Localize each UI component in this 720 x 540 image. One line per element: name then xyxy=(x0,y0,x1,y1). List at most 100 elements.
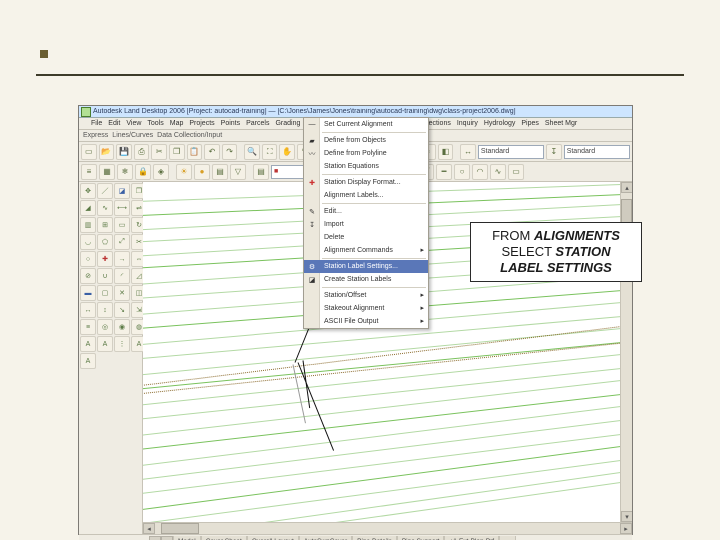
tab-pipe-details[interactable]: Pipe Details xyxy=(352,536,397,540)
cut-icon[interactable]: ✂ xyxy=(151,144,167,160)
layer-mgr-icon[interactable]: ▦ xyxy=(99,164,115,180)
line2-icon[interactable]: ━ xyxy=(436,164,452,180)
print-icon[interactable]: ⎙ xyxy=(134,144,150,160)
redo-icon[interactable]: ↷ xyxy=(222,144,238,160)
palette-rect-icon[interactable]: ▭ xyxy=(114,217,130,233)
bulb-icon[interactable]: ● xyxy=(194,164,210,180)
palette-mirror-icon[interactable]: ⟷ xyxy=(114,200,130,216)
file-new-icon[interactable]: ▭ xyxy=(81,144,97,160)
dim-icon[interactable]: ↔ xyxy=(460,144,476,160)
palette-blue-icon[interactable]: ▬ xyxy=(80,285,96,301)
menu-station-offset[interactable]: Station/Offset▸ xyxy=(304,289,428,302)
scroll-up-icon[interactable]: ▴ xyxy=(621,182,632,193)
tab-model[interactable]: Model xyxy=(173,536,201,540)
palette-circle-icon[interactable]: ○ xyxy=(80,251,96,267)
menu-create-station-labels[interactable]: ◪ Create Station Labels xyxy=(304,273,428,286)
menu-parcels[interactable]: Parcels xyxy=(246,120,269,127)
file-open-icon[interactable]: 📂 xyxy=(99,144,115,160)
menu-delete[interactable]: Delete xyxy=(304,231,428,244)
palette-point-icon[interactable]: ✚ xyxy=(97,251,113,267)
palette-scale-icon[interactable]: ⤢ xyxy=(114,234,130,250)
sun-icon[interactable]: ☀ xyxy=(176,164,192,180)
palette-hatch-icon[interactable]: ▥ xyxy=(80,217,96,233)
palette-angle-icon[interactable]: ◢ xyxy=(80,200,96,216)
menu-points[interactable]: Points xyxy=(221,120,240,127)
filter-icon[interactable]: ▽ xyxy=(230,164,246,180)
palette-dim2-icon[interactable]: ↕ xyxy=(97,302,113,318)
palette-arc-icon[interactable]: ◡ xyxy=(80,234,96,250)
menu-sheet[interactable]: Sheet Mgr xyxy=(545,120,577,127)
menu-import[interactable]: ↧ Import xyxy=(304,218,428,231)
menu-set-current-alignment[interactable]: — Set Current Alignment xyxy=(304,118,428,131)
menu-station-equations[interactable]: Station Equations xyxy=(304,160,428,173)
layer-icon[interactable]: ▤ xyxy=(253,164,269,180)
menu-inquiry[interactable]: Inquiry xyxy=(457,120,478,127)
layer-state-icon[interactable]: ▤ xyxy=(212,164,228,180)
menu-view[interactable]: View xyxy=(126,120,141,127)
palette-pline-icon[interactable]: ∿ xyxy=(97,200,113,216)
tab-pipe-support[interactable]: Pipe Support xyxy=(397,536,445,540)
paste-icon[interactable]: 📋 xyxy=(187,144,203,160)
zoom-icon[interactable]: 🔍 xyxy=(244,144,260,160)
palette-x-icon[interactable]: ✕ xyxy=(114,285,130,301)
style-selector[interactable]: Standard xyxy=(478,145,544,159)
menu-ascii-output[interactable]: ASCII File Output▸ xyxy=(304,315,428,328)
pan-icon[interactable]: ✋ xyxy=(279,144,295,160)
palette-poly-icon[interactable]: ⬠ xyxy=(97,234,113,250)
dimstyle-selector[interactable]: Standard xyxy=(564,145,630,159)
submenu-lines[interactable]: Lines/Curves xyxy=(112,132,153,139)
menu-grading[interactable]: Grading xyxy=(275,120,300,127)
menu-map[interactable]: Map xyxy=(170,120,184,127)
zoom-extents-icon[interactable]: ⛶ xyxy=(262,144,278,160)
scroll-thumb-horizontal[interactable] xyxy=(161,523,199,534)
palette-fillet-icon[interactable]: ◜ xyxy=(114,268,130,284)
menu-pipes[interactable]: Pipes xyxy=(521,120,539,127)
generic2-icon[interactable]: ◧ xyxy=(438,144,454,160)
palette-eraser-icon[interactable]: ◪ xyxy=(114,183,130,199)
copy-icon[interactable]: ❐ xyxy=(169,144,185,160)
dim2-icon[interactable]: ↧ xyxy=(546,144,562,160)
menu-station-label-settings[interactable]: ⚙ Station Label Settings... xyxy=(304,260,428,273)
palette-misc1-icon[interactable]: ◎ xyxy=(97,319,113,335)
palette-box-icon[interactable]: ▢ xyxy=(97,285,113,301)
menu-stakeout-alignment[interactable]: Stakeout Alignment▸ xyxy=(304,302,428,315)
menu-alignment-labels[interactable]: Alignment Labels... xyxy=(304,189,428,202)
menu-edit[interactable]: Edit xyxy=(108,120,120,127)
menu-define-from-objects[interactable]: ▰ Define from Objects xyxy=(304,134,428,147)
palette-break-icon[interactable]: ⊘ xyxy=(80,268,96,284)
tab-cover-sheet[interactable]: Cover Sheet xyxy=(201,536,247,540)
palette-misc2-icon[interactable]: ◉ xyxy=(114,319,130,335)
submenu-express[interactable]: Express xyxy=(83,132,108,139)
menu-edit[interactable]: ✎ Edit... xyxy=(304,205,428,218)
scroll-left-icon[interactable]: ◂ xyxy=(143,523,155,534)
scroll-down-icon[interactable]: ▾ xyxy=(621,511,632,522)
menu-alignment-commands[interactable]: Alignment Commands▸ xyxy=(304,244,428,257)
palette-line-icon[interactable]: ／ xyxy=(97,183,113,199)
palette-dim-icon[interactable]: ↔ xyxy=(80,302,96,318)
palette-leader-icon[interactable]: ↘ xyxy=(114,302,130,318)
color2-icon[interactable]: ◈ xyxy=(153,164,169,180)
palette-text3-icon[interactable]: A xyxy=(80,353,96,369)
menu-define-from-polyline[interactable]: 〰 Define from Polyline xyxy=(304,147,428,160)
menu-projects[interactable]: Projects xyxy=(189,120,214,127)
palette-dim4-icon[interactable]: ≡ xyxy=(80,319,96,335)
palette-join-icon[interactable]: ∪ xyxy=(97,268,113,284)
undo-icon[interactable]: ↶ xyxy=(204,144,220,160)
palette-text-icon[interactable]: A xyxy=(97,336,113,352)
palette-table-icon[interactable]: ⊞ xyxy=(97,217,113,233)
menu-hydrology[interactable]: Hydrology xyxy=(484,120,516,127)
tabs-prev-icon[interactable]: ◂ xyxy=(161,536,173,540)
tab-autoswpcover[interactable]: AutoSwpCover xyxy=(299,536,352,540)
scroll-track-horizontal[interactable] xyxy=(155,523,620,534)
horizontal-scrollbar[interactable]: ◂ ▸ xyxy=(143,522,632,534)
palette-text-bold-icon[interactable]: A xyxy=(80,336,96,352)
scroll-right-icon[interactable]: ▸ xyxy=(620,523,632,534)
submenu-data[interactable]: Data Collection/Input xyxy=(157,132,222,139)
lineweight-icon[interactable]: ≡ xyxy=(81,164,97,180)
palette-move-icon[interactable]: ✥ xyxy=(80,183,96,199)
arc-icon[interactable]: ◠ xyxy=(472,164,488,180)
freeze-icon[interactable]: ❄ xyxy=(117,164,133,180)
curve-icon[interactable]: ∿ xyxy=(490,164,506,180)
tab-ext-plan-prf[interactable]: +1-Ext-Plan-Prf xyxy=(444,536,499,540)
palette-extend-icon[interactable]: → xyxy=(114,251,130,267)
